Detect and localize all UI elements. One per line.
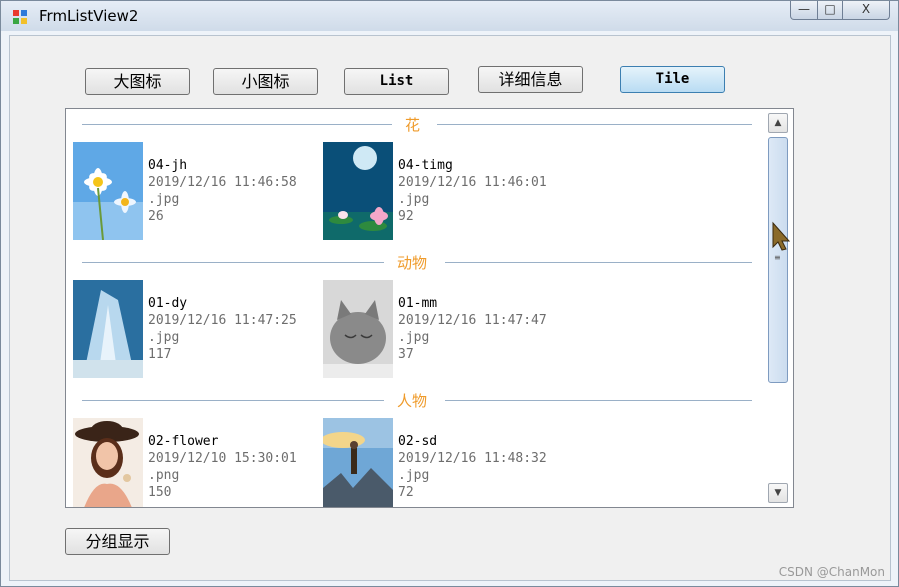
thumbnail-cat xyxy=(323,280,393,378)
tile-text: 04-jh 2019/12/16 11:46:58 .jpg 26 xyxy=(148,157,297,225)
item-name: 04-jh xyxy=(148,158,188,173)
list-item[interactable]: 01-mm 2019/12/16 11:47:47 .jpg 37 xyxy=(323,280,568,380)
group-header-animals[interactable]: 动物 xyxy=(82,255,752,271)
watermark: CSDN @ChanMon xyxy=(778,565,885,579)
title-bar[interactable]: FrmListView2 — □ X xyxy=(1,1,898,31)
tile-text: 01-dy 2019/12/16 11:47:25 .jpg 117 xyxy=(148,295,297,363)
item-date: 2019/12/16 11:46:58 xyxy=(148,175,297,190)
app-icon xyxy=(13,10,27,24)
group-divider xyxy=(82,124,392,125)
tile-text: 02-flower 2019/12/10 15:30:01 .png 150 xyxy=(148,433,297,501)
details-button[interactable]: 详细信息 xyxy=(478,66,583,93)
item-name: 02-sd xyxy=(398,434,438,449)
item-extension: .jpg xyxy=(398,468,430,483)
list-item[interactable]: 02-sd 2019/12/16 11:48:32 .jpg 72 xyxy=(323,418,568,507)
group-divider xyxy=(445,262,752,263)
item-extension: .jpg xyxy=(398,192,430,207)
group-name: 动物 xyxy=(392,255,433,271)
item-size: 72 xyxy=(398,485,414,500)
item-name: 04-timg xyxy=(398,158,453,173)
item-extension: .jpg xyxy=(148,192,180,207)
thumbnail-waterfall xyxy=(73,280,143,378)
group-header-people[interactable]: 人物 xyxy=(82,393,752,409)
scrollbar-thumb[interactable]: ≡ xyxy=(768,137,788,383)
small-icon-button[interactable]: 小图标 xyxy=(213,68,318,95)
group-divider xyxy=(82,262,384,263)
minimize-button[interactable]: — xyxy=(790,1,818,20)
group-divider xyxy=(445,400,752,401)
list-item[interactable]: 01-dy 2019/12/16 11:47:25 .jpg 117 xyxy=(73,280,318,380)
form-client-area: 大图标 小图标 List 详细信息 Tile 花 04-jh 2019/12/1… xyxy=(9,35,891,581)
large-icon-button[interactable]: 大图标 xyxy=(85,68,190,95)
group-name: 花 xyxy=(400,117,426,133)
item-size: 26 xyxy=(148,209,164,224)
group-divider xyxy=(437,124,752,125)
tile-button[interactable]: Tile xyxy=(620,66,725,93)
thumbnail-mountain-figure xyxy=(323,418,393,507)
list-button[interactable]: List xyxy=(344,68,449,95)
tile-text: 01-mm 2019/12/16 11:47:47 .jpg 37 xyxy=(398,295,547,363)
scroll-grip-icon: ≡ xyxy=(774,253,781,262)
item-size: 37 xyxy=(398,347,414,362)
caption-buttons: — □ X xyxy=(790,1,890,21)
main-window: FrmListView2 — □ X 大图标 小图标 List 详细信息 Til… xyxy=(0,0,899,587)
thumbnail-daisy xyxy=(73,142,143,240)
item-size: 92 xyxy=(398,209,414,224)
scroll-up-arrow-icon[interactable]: ▲ xyxy=(768,113,788,133)
thumbnail-lotus xyxy=(323,142,393,240)
group-divider xyxy=(82,400,384,401)
window-title: FrmListView2 xyxy=(39,7,139,25)
item-date: 2019/12/16 11:48:32 xyxy=(398,451,547,466)
vertical-scrollbar[interactable]: ▲ ≡ ▼ xyxy=(768,113,788,503)
list-view[interactable]: 花 04-jh 2019/12/16 11:46:58 .jpg 26 04-t… xyxy=(65,108,794,508)
group-display-button[interactable]: 分组显示 xyxy=(65,528,170,555)
group-header-flowers[interactable]: 花 xyxy=(82,117,752,133)
item-extension: .jpg xyxy=(148,330,180,345)
item-size: 150 xyxy=(148,485,172,500)
scroll-down-arrow-icon[interactable]: ▼ xyxy=(768,483,788,503)
item-date: 2019/12/16 11:47:47 xyxy=(398,313,547,328)
item-extension: .png xyxy=(148,468,180,483)
tile-text: 02-sd 2019/12/16 11:48:32 .jpg 72 xyxy=(398,433,547,501)
tile-text: 04-timg 2019/12/16 11:46:01 .jpg 92 xyxy=(398,157,547,225)
item-extension: .jpg xyxy=(398,330,430,345)
item-name: 01-mm xyxy=(398,296,438,311)
item-date: 2019/12/10 15:30:01 xyxy=(148,451,297,466)
mouse-cursor-icon xyxy=(772,221,791,251)
thumbnail-woman-hat xyxy=(73,418,143,507)
item-size: 117 xyxy=(148,347,172,362)
list-item[interactable]: 04-jh 2019/12/16 11:46:58 .jpg 26 xyxy=(73,142,318,242)
close-button[interactable]: X xyxy=(843,1,890,20)
item-name: 01-dy xyxy=(148,296,188,311)
list-item[interactable]: 02-flower 2019/12/10 15:30:01 .png 150 xyxy=(73,418,318,507)
list-item[interactable]: 04-timg 2019/12/16 11:46:01 .jpg 92 xyxy=(323,142,568,242)
item-name: 02-flower xyxy=(148,434,219,449)
group-name: 人物 xyxy=(392,393,433,409)
maximize-button[interactable]: □ xyxy=(818,1,843,20)
item-date: 2019/12/16 11:46:01 xyxy=(398,175,547,190)
item-date: 2019/12/16 11:47:25 xyxy=(148,313,297,328)
